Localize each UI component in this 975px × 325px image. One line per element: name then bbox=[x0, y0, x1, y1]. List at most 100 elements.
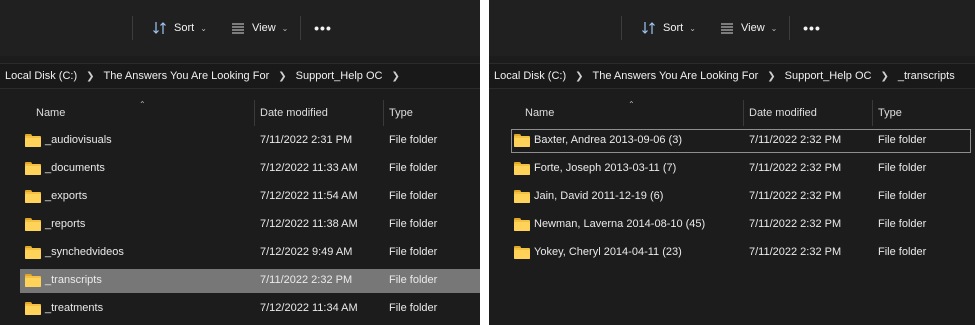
breadcrumb-item[interactable]: Support_Help OC bbox=[785, 70, 872, 82]
list-item[interactable]: Yokey, Cheryl 2014-04-11 (23) 7/11/2022 … bbox=[489, 241, 975, 265]
item-date: 7/11/2022 2:32 PM bbox=[749, 134, 842, 146]
list-item[interactable]: _reports 7/12/2022 11:38 AM File folder bbox=[0, 213, 480, 237]
folder-icon bbox=[25, 190, 41, 203]
item-date: 7/12/2022 11:34 AM bbox=[260, 302, 358, 314]
column-date-modified[interactable]: Date modified bbox=[260, 107, 328, 119]
more-options-button[interactable]: ••• bbox=[312, 18, 334, 38]
explorer-pane-right: Sort ⌄ View ⌄ ••• Local Disk (C:) ❯ The … bbox=[489, 0, 975, 325]
toolbar-divider bbox=[789, 16, 790, 40]
item-name: _treatments bbox=[45, 302, 104, 314]
sort-ascending-icon: ⌃ bbox=[139, 100, 146, 109]
item-date: 7/12/2022 11:33 AM bbox=[260, 162, 358, 174]
toolbar-divider bbox=[132, 16, 133, 40]
item-name: _reports bbox=[45, 218, 86, 230]
item-name: _exports bbox=[45, 190, 88, 202]
breadcrumb-item[interactable]: The Answers You Are Looking For bbox=[593, 70, 759, 82]
more-icon: ••• bbox=[803, 20, 821, 36]
chevron-down-icon: ⌄ bbox=[200, 23, 207, 33]
more-options-button[interactable]: ••• bbox=[801, 18, 823, 38]
sort-button[interactable]: Sort ⌄ bbox=[152, 18, 207, 38]
folder-icon bbox=[25, 302, 41, 315]
list-item[interactable]: Forte, Joseph 2013-03-11 (7) 7/11/2022 2… bbox=[489, 157, 975, 181]
chevron-down-icon: ⌄ bbox=[281, 23, 289, 33]
folder-icon bbox=[514, 190, 530, 203]
column-divider[interactable] bbox=[254, 100, 255, 126]
list-item-focused[interactable]: Baxter, Andrea 2013-09-06 (3) 7/11/2022 … bbox=[489, 129, 975, 153]
breadcrumb-item[interactable]: The Answers You Are Looking For bbox=[104, 70, 270, 82]
column-type[interactable]: Type bbox=[878, 107, 902, 119]
folder-icon bbox=[514, 218, 530, 231]
toolbar-divider bbox=[621, 16, 622, 40]
column-divider[interactable] bbox=[872, 100, 873, 126]
item-date: 7/11/2022 2:32 PM bbox=[749, 218, 842, 230]
folder-icon bbox=[514, 134, 530, 147]
folder-icon bbox=[25, 134, 41, 147]
column-name[interactable]: Name bbox=[36, 107, 65, 119]
sort-icon bbox=[152, 20, 168, 36]
column-type[interactable]: Type bbox=[389, 107, 413, 119]
sort-icon bbox=[641, 20, 657, 36]
chevron-right-icon[interactable]: ❯ bbox=[880, 71, 888, 82]
item-name: Baxter, Andrea 2013-09-06 (3) bbox=[534, 134, 682, 146]
list-item[interactable]: _audiovisuals 7/11/2022 2:31 PM File fol… bbox=[0, 129, 480, 153]
view-list-icon bbox=[719, 20, 735, 36]
column-divider[interactable] bbox=[743, 100, 744, 126]
command-bar: Sort ⌄ View ⌄ ••• bbox=[489, 0, 975, 56]
item-name: Newman, Laverna 2014-08-10 (45) bbox=[534, 218, 706, 230]
folder-icon bbox=[514, 162, 530, 175]
column-date-modified[interactable]: Date modified bbox=[749, 107, 817, 119]
column-header: ⌃ Name Date modified Type bbox=[489, 100, 975, 126]
view-button[interactable]: View ⌄ bbox=[719, 18, 777, 38]
chevron-down-icon: ⌄ bbox=[770, 23, 778, 33]
breadcrumb-item[interactable]: Support_Help OC bbox=[296, 70, 383, 82]
chevron-right-icon[interactable]: ❯ bbox=[86, 71, 94, 82]
item-type: File folder bbox=[389, 274, 438, 286]
chevron-down-icon: ⌄ bbox=[689, 23, 696, 33]
item-date: 7/12/2022 11:54 AM bbox=[260, 190, 358, 202]
item-type: File folder bbox=[389, 218, 438, 230]
folder-icon bbox=[25, 274, 41, 287]
list-item[interactable]: Newman, Laverna 2014-08-10 (45) 7/11/202… bbox=[489, 213, 975, 237]
sort-button[interactable]: Sort ⌄ bbox=[641, 18, 696, 38]
item-type: File folder bbox=[389, 246, 438, 258]
item-type: File folder bbox=[878, 246, 927, 258]
breadcrumb-item-current[interactable]: _transcripts bbox=[898, 70, 955, 82]
item-type: File folder bbox=[389, 134, 438, 146]
list-item[interactable]: _exports 7/12/2022 11:54 AM File folder bbox=[0, 185, 480, 209]
item-name: Jain, David 2011-12-19 (6) bbox=[534, 190, 664, 202]
list-item[interactable]: _treatments 7/12/2022 11:34 AM File fold… bbox=[0, 297, 480, 321]
folder-icon bbox=[514, 246, 530, 259]
item-type: File folder bbox=[389, 302, 438, 314]
list-item[interactable]: _synchedvideos 7/12/2022 9:49 AM File fo… bbox=[0, 241, 480, 265]
item-name: _transcripts bbox=[45, 274, 102, 286]
sort-ascending-icon: ⌃ bbox=[628, 100, 635, 109]
item-date: 7/11/2022 2:32 PM bbox=[260, 274, 353, 286]
item-name: Yokey, Cheryl 2014-04-11 (23) bbox=[534, 246, 682, 258]
folder-icon bbox=[25, 246, 41, 259]
view-list-icon bbox=[230, 20, 246, 36]
chevron-right-icon[interactable]: ❯ bbox=[278, 71, 286, 82]
list-item[interactable]: _documents 7/12/2022 11:33 AM File folde… bbox=[0, 157, 480, 181]
chevron-right-icon[interactable]: ❯ bbox=[767, 71, 775, 82]
folder-icon bbox=[25, 218, 41, 231]
breadcrumb: Local Disk (C:) ❯ The Answers You Are Lo… bbox=[489, 63, 975, 89]
list-item[interactable]: Jain, David 2011-12-19 (6) 7/11/2022 2:3… bbox=[489, 185, 975, 209]
column-name[interactable]: Name bbox=[525, 107, 554, 119]
column-divider[interactable] bbox=[383, 100, 384, 126]
chevron-right-icon[interactable]: ❯ bbox=[575, 71, 583, 82]
chevron-right-icon[interactable]: ❯ bbox=[391, 71, 399, 82]
item-date: 7/11/2022 2:32 PM bbox=[749, 190, 842, 202]
toolbar-divider bbox=[300, 16, 301, 40]
view-label: View bbox=[741, 22, 765, 34]
item-date: 7/12/2022 9:49 AM bbox=[260, 246, 353, 258]
breadcrumb-item[interactable]: Local Disk (C:) bbox=[5, 70, 77, 82]
item-date: 7/11/2022 2:31 PM bbox=[260, 134, 353, 146]
column-header: ⌃ Name Date modified Type bbox=[0, 100, 480, 126]
command-bar: Sort ⌄ View ⌄ ••• bbox=[0, 0, 480, 56]
more-icon: ••• bbox=[314, 20, 332, 36]
view-button[interactable]: View ⌄ bbox=[230, 18, 288, 38]
list-item-selected[interactable]: _transcripts 7/11/2022 2:32 PM File fold… bbox=[20, 269, 480, 293]
breadcrumb-item[interactable]: Local Disk (C:) bbox=[494, 70, 566, 82]
item-name: _documents bbox=[45, 162, 105, 174]
breadcrumb: Local Disk (C:) ❯ The Answers You Are Lo… bbox=[0, 63, 480, 89]
